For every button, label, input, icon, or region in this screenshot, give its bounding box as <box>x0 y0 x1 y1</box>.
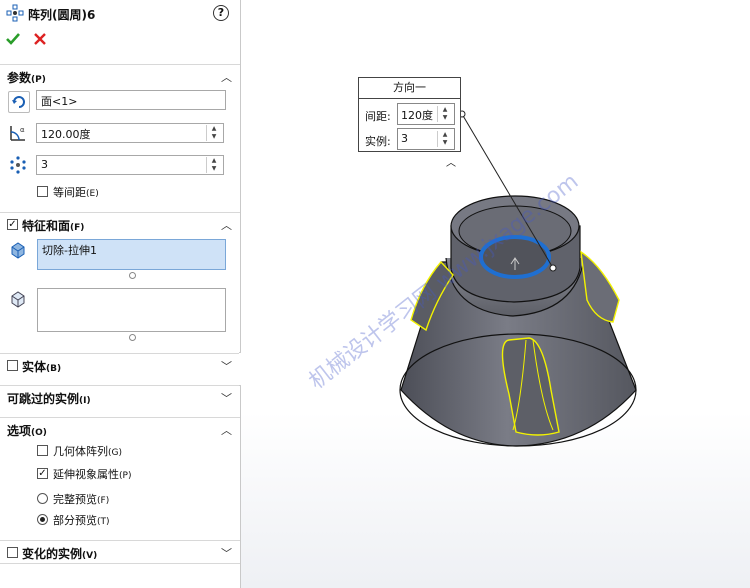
features-to-pattern-icon <box>8 240 28 260</box>
cancel-button[interactable] <box>34 33 46 48</box>
graphics-viewport[interactable]: 机械设计学习网 www.jxage.com 方向一 间距: 120度 ▲ ▼ 实例… <box>241 0 750 588</box>
angle-spinner[interactable]: ▲ ▼ <box>206 125 221 141</box>
partial-preview-radio[interactable] <box>37 514 48 525</box>
options-section-header[interactable]: 选项(O) ︿ <box>0 417 240 440</box>
x-icon <box>34 33 46 45</box>
instances-input[interactable]: 3 ▲ ▼ <box>36 155 224 175</box>
reverse-direction-icon[interactable] <box>8 91 30 113</box>
callout-instances-spinner[interactable]: ▲ ▼ <box>437 131 452 147</box>
callout-spacing-label: 间距: <box>365 110 391 123</box>
equal-spacing-label: 等间距(E) <box>53 186 99 199</box>
leader-end-dot <box>549 264 557 272</box>
features-list[interactable]: 切除-拉伸1 <box>37 239 226 270</box>
partial-preview-label: 部分预览(T) <box>53 514 110 527</box>
callout-spacing-spinner[interactable]: ▲ ▼ <box>437 106 452 122</box>
chevron-up-icon[interactable]: ︿ <box>221 217 232 233</box>
params-header-label: 参数 <box>7 71 32 85</box>
callout-instances-input[interactable]: 3 ▲ ▼ <box>397 128 455 150</box>
callout-collapse-icon[interactable]: ︿ <box>446 154 456 169</box>
bodies-header-label: 实体 <box>22 360 47 374</box>
resize-handle[interactable] <box>129 334 136 341</box>
model-view <box>399 110 637 447</box>
chevron-down-icon[interactable]: ﹀ <box>221 545 232 561</box>
property-manager-panel: 阵列(圆周)6 ? 参数(P) ︿ 面<1> α 120.00度 ▲ ▼ 3 ▲ ▼… <box>0 0 241 588</box>
geometry-pattern-checkbox[interactable] <box>37 445 48 456</box>
bodies-section-header[interactable]: 实体(B) ﹀ <box>0 353 240 376</box>
bodies-checkbox[interactable] <box>7 360 18 371</box>
geometry-pattern-label: 几何体阵列(G) <box>53 445 122 458</box>
angle-icon: α <box>8 123 28 143</box>
resize-handle[interactable] <box>129 272 136 279</box>
callout-instances-label: 实例: <box>365 135 391 148</box>
features-checkbox[interactable]: ✓ <box>7 219 18 230</box>
help-icon[interactable]: ? <box>213 5 229 21</box>
check-icon <box>6 33 20 45</box>
instances-spinner[interactable]: ▲ ▼ <box>206 157 221 173</box>
full-preview-radio[interactable] <box>37 493 48 504</box>
vary-section-header[interactable]: 变化的实例(V) ﹀ <box>0 540 240 563</box>
divider <box>0 563 240 564</box>
callout-title: 方向一 <box>359 78 460 99</box>
ok-button[interactable] <box>6 32 20 49</box>
propagate-visual-checkbox[interactable]: ✓ <box>37 468 48 479</box>
faces-list[interactable] <box>37 288 226 332</box>
skip-header-label: 可跳过的实例 <box>7 392 80 406</box>
angle-input[interactable]: 120.00度 ▲ ▼ <box>36 123 224 143</box>
equal-spacing-checkbox[interactable] <box>37 186 48 197</box>
propagate-visual-label: 延伸视象属性(P) <box>53 468 132 481</box>
circular-pattern-icon <box>5 3 25 23</box>
svg-text:α: α <box>20 126 25 134</box>
vary-header-label: 变化的实例 <box>22 547 83 561</box>
chevron-up-icon[interactable]: ︿ <box>221 69 232 85</box>
params-section-header[interactable]: 参数(P) ︿ <box>0 64 240 87</box>
chevron-up-icon[interactable]: ︿ <box>221 422 232 438</box>
faces-to-pattern-icon <box>8 289 28 309</box>
instances-icon <box>8 155 28 175</box>
feature-item[interactable]: 切除-拉伸1 <box>42 244 97 257</box>
direction-callout: 方向一 间距: 120度 ▲ ▼ 实例: 3 ▲ ▼ <box>358 77 461 152</box>
features-section-header[interactable]: ✓ 特征和面(F) ︿ <box>0 212 240 235</box>
skip-section-header[interactable]: 可跳过的实例(I) ﹀ <box>0 385 240 408</box>
vary-checkbox[interactable] <box>7 547 18 558</box>
panel-title: 阵列(圆周)6 <box>28 8 96 22</box>
full-preview-label: 完整预览(F) <box>53 493 110 506</box>
features-header-label: 特征和面 <box>22 219 71 233</box>
chevron-down-icon[interactable]: ﹀ <box>221 390 232 406</box>
callout-spacing-input[interactable]: 120度 ▲ ▼ <box>397 103 455 125</box>
chevron-down-icon[interactable]: ﹀ <box>221 358 232 374</box>
direction-field[interactable]: 面<1> <box>36 90 226 110</box>
options-header-label: 选项 <box>7 424 32 438</box>
